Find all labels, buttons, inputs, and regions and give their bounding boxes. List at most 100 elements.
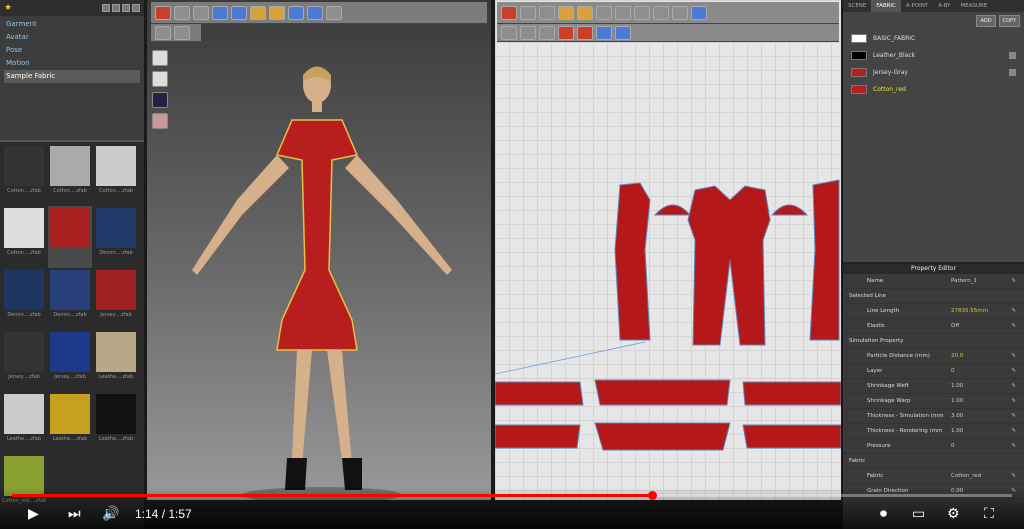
copy-fabric-button[interactable]: COPY [998,15,1020,27]
edit-pencil-icon[interactable]: ✎ [1011,413,1016,419]
edit-pencil-icon[interactable]: ✎ [1011,368,1016,374]
property-value[interactable]: 0 [951,443,955,449]
fabric-thumbnail[interactable]: Denim....zfab [2,268,46,330]
property-row[interactable]: Line Length 27835.55mm ✎ [843,304,1024,319]
fabric-thumbnail[interactable]: Denim....zfab [48,268,92,330]
property-row[interactable]: Name Pattern_1 ✎ [843,274,1024,289]
library-item[interactable]: Pose [4,44,140,57]
fabric-thumbnail[interactable]: Leathe....zfab [94,330,138,392]
fabric-thumbnail[interactable]: Jersey....zfab [48,330,92,392]
property-row[interactable]: Shrinkage Weft 1.00 ✎ [843,379,1024,394]
lock-icon[interactable] [1009,69,1016,76]
video-scrubber-handle[interactable] [648,491,657,500]
property-row[interactable]: Thickness - Rendering (mm 1.00 ✎ [843,424,1024,439]
fabric-thumbnail[interactable] [48,206,92,268]
panel-tab[interactable]: SCENE [843,0,871,12]
fullscreen-icon[interactable]: ⛶ [984,505,994,523]
property-row[interactable]: Particle Distance (mm) 20.0 ✎ [843,349,1024,364]
edit-pencil-icon[interactable]: ✎ [1011,353,1016,359]
fabric-thumbnail-caption: Leathe....zfab [52,436,88,442]
library-item[interactable]: Avatar [4,31,140,44]
3d-viewport[interactable] [147,0,491,500]
library-tool-icon[interactable] [102,4,110,12]
fabric-thumbnail-caption: Jersey....zfab [100,312,132,318]
add-fabric-button[interactable]: ADD [976,15,996,27]
edit-pencil-icon[interactable]: ✎ [1011,428,1016,434]
property-value[interactable]: Cotton_red [951,473,981,479]
library-item[interactable]: Motion [4,57,140,70]
fabric-name: BASIC_FABRIC [873,35,916,42]
property-key: Elastic [867,323,885,329]
property-value[interactable]: 3.00 [951,413,963,419]
property-row[interactable]: Pressure 0 ✎ [843,439,1024,454]
property-key: Fabric [867,473,884,479]
library-item[interactable]: Sample Fabric [4,70,140,83]
library-item[interactable]: Garment [4,18,140,31]
library-tool-icon[interactable] [132,4,140,12]
property-row[interactable]: Layer 0 ✎ [843,364,1024,379]
panel-tab[interactable]: A-BY [933,0,955,12]
fabric-swatch-image [50,270,90,310]
fabric-thumbnail[interactable]: Leathe....zfab [94,392,138,454]
edit-pencil-icon[interactable]: ✎ [1011,308,1016,314]
lock-icon[interactable] [1009,52,1016,59]
property-row[interactable]: Fabric Cotton_red ✎ [843,469,1024,484]
fabric-row[interactable]: Jersey-Gray [843,64,1024,81]
video-progress-bar[interactable] [12,491,1012,500]
next-icon[interactable]: ⏭ [68,505,81,523]
edit-pencil-icon[interactable]: ✎ [1011,323,1016,329]
fabric-swatch-image [96,208,136,248]
fabric-thumbnail[interactable]: Cotton....zfab [94,144,138,206]
property-value[interactable]: 20.0 [951,353,963,359]
property-value[interactable]: 27835.55mm [951,308,988,314]
property-value[interactable]: 1.00 [951,398,963,404]
library-tool-icon[interactable] [122,4,130,12]
subtitles-icon[interactable]: ▭ [912,505,925,523]
library-tool-icon[interactable] [112,4,120,12]
property-row[interactable]: Simulation Property [843,334,1024,349]
settings-gear-icon[interactable]: ⚙ [947,505,960,523]
property-editor-title: Property Editor [843,264,1024,274]
fabric-row[interactable]: Cotton_red [843,81,1024,98]
edit-pencil-icon[interactable]: ✎ [1011,443,1016,449]
fabric-thumbnail[interactable]: Leathe....zfab [48,392,92,454]
2d-pattern-window[interactable] [495,0,841,500]
fabric-thumbnail[interactable]: Leathe....zfab [2,392,46,454]
fabric-thumbnail[interactable]: Jersey....zfab [2,330,46,392]
property-value[interactable]: 1.00 [951,428,963,434]
app-root: ★ Garment Avatar Pose Motion Sample Fabric C… [0,0,1024,529]
panel-tab[interactable]: FABRIC [871,0,901,12]
autoplay-toggle-icon[interactable]: ⏺ [880,505,887,523]
property-row[interactable]: Selected Line [843,289,1024,304]
play-icon[interactable]: ▶ [28,505,39,523]
fabric-thumbnail-caption: Cotton....zfab [99,188,133,194]
fabric-thumbnail[interactable]: Cotton....zfab [48,144,92,206]
property-value[interactable]: Off [951,323,959,329]
panel-tab[interactable]: A-POINT [901,0,933,12]
favorite-star-icon[interactable]: ★ [4,3,12,13]
library-tree: Garment Avatar Pose Motion Sample Fabric [0,16,144,85]
property-row[interactable]: Elastic Off ✎ [843,319,1024,334]
fabric-thumbnail[interactable]: Cotton....zfab [2,206,46,268]
edit-pencil-icon[interactable]: ✎ [1011,383,1016,389]
edit-pencil-icon[interactable]: ✎ [1011,473,1016,479]
property-value[interactable]: Pattern_1 [951,278,977,284]
fabric-thumbnail-caption: Denim....zfab [99,250,133,256]
edit-pencil-icon[interactable]: ✎ [1011,278,1016,284]
volume-icon[interactable]: 🔊 [102,505,119,523]
property-row[interactable]: Fabric [843,454,1024,469]
panel-tab[interactable]: MEASURE [956,0,993,12]
fabric-thumbnail[interactable]: Jersey....zfab [94,268,138,330]
fabric-thumbnail[interactable]: Denim....zfab [94,206,138,268]
property-row[interactable]: Thickness - Simulation (mm 3.00 ✎ [843,409,1024,424]
avatar-figure [192,66,452,500]
property-value[interactable]: 1.00 [951,383,963,389]
fabric-color-swatch [851,68,867,77]
fabric-thumbnail[interactable]: Cotton....zfab [2,144,46,206]
fabric-row[interactable]: Leather_Black [843,47,1024,64]
property-key: Selected Line [849,293,887,299]
property-row[interactable]: Shrinkage Warp 1.00 ✎ [843,394,1024,409]
fabric-row[interactable]: BASIC_FABRIC [843,30,1024,47]
property-value[interactable]: 0 [951,368,955,374]
edit-pencil-icon[interactable]: ✎ [1011,398,1016,404]
